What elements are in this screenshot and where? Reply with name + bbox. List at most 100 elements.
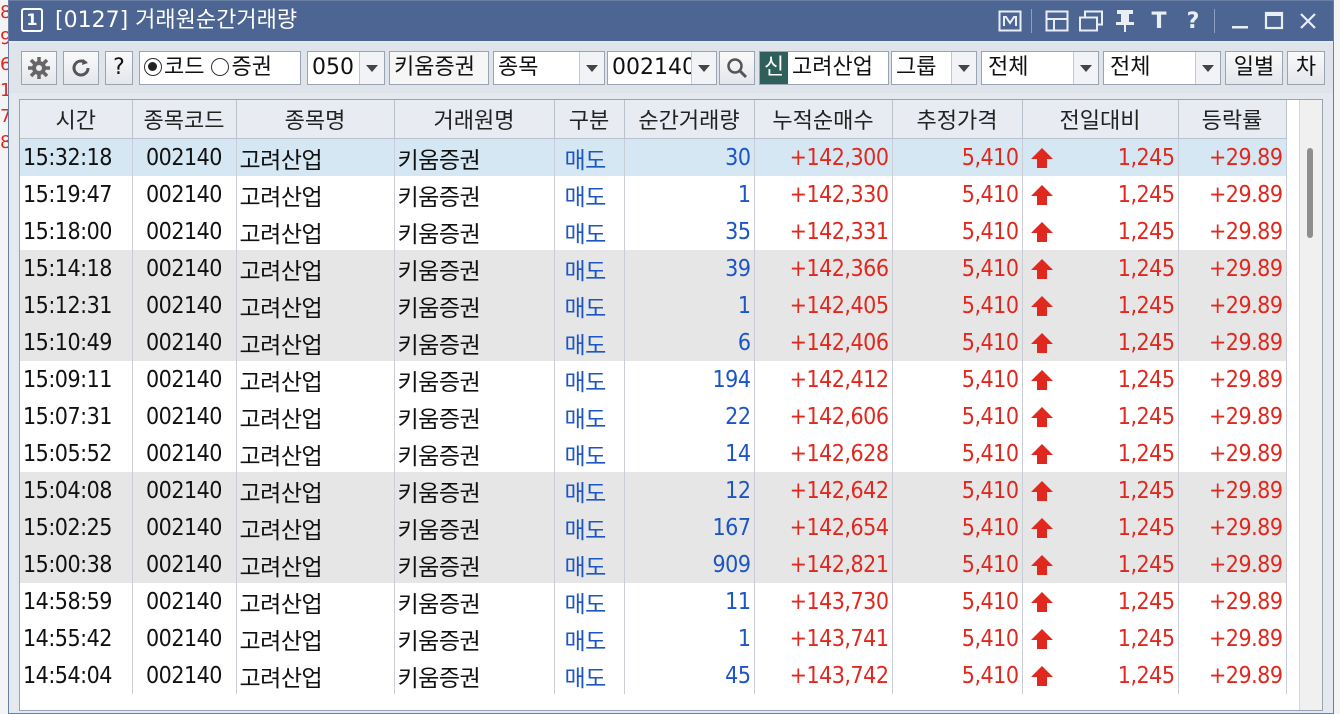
cell-rate: +29.89 — [1178, 250, 1287, 287]
header-row: 시간 종목코드 종목명 거래원명 구분 순간거래량 누적순매수 추정가격 전일대… — [20, 100, 1287, 139]
table-row[interactable]: 15:07:31 002140 고려산업 키움증권 매도 22 +142,606 5,410 1… — [20, 398, 1287, 435]
col-header-side[interactable]: 구분 — [554, 100, 625, 139]
cell-cumulative-net: +143,730 — [754, 583, 893, 620]
cell-side: 매도 — [554, 435, 625, 472]
cell-broker: 키움증권 — [394, 583, 555, 620]
dropdown-arrow-icon[interactable] — [691, 52, 716, 84]
minimize-icon[interactable] — [1225, 6, 1255, 36]
table-row[interactable]: 15:05:52 002140 고려산업 키움증권 매도 14 +142,628 5,410 1… — [20, 435, 1287, 472]
font-icon[interactable]: T — [1144, 6, 1174, 36]
daily-button[interactable]: 일별 — [1225, 51, 1283, 85]
cell-broker: 키움증권 — [394, 509, 555, 546]
vertical-scrollbar[interactable] — [1299, 100, 1322, 710]
group-select[interactable]: 그룹 — [891, 51, 977, 85]
cell-est-price: 5,410 — [892, 213, 1023, 250]
cell-code: 002140 — [132, 138, 237, 176]
stock-name-field: 신 고려산업 — [759, 51, 889, 85]
cell-code: 002140 — [132, 250, 237, 287]
m-box-icon[interactable] — [995, 6, 1025, 36]
cell-change: 1,245 — [1022, 250, 1179, 287]
scrollbar-thumb[interactable] — [1307, 148, 1313, 238]
title-bar[interactable]: 1 [0127] 거래원순간거래량 T ? — [9, 1, 1333, 41]
col-header-name[interactable]: 종목명 — [236, 100, 395, 139]
col-header-est-price[interactable]: 추정가격 — [892, 100, 1023, 139]
cell-change-value: 1,245 — [1117, 625, 1175, 652]
radio-code[interactable]: 코드 — [144, 55, 204, 80]
col-header-time[interactable]: 시간 — [20, 100, 133, 139]
cell-change-value: 1,245 — [1117, 440, 1175, 467]
close-icon[interactable] — [1293, 6, 1323, 36]
radio-broker[interactable]: 증권 — [211, 55, 272, 80]
refresh-button[interactable] — [63, 51, 99, 85]
cell-side: 매도 — [554, 250, 625, 287]
cell-side: 매도 — [554, 324, 625, 361]
col-header-cumulative-net[interactable]: 누적순매수 — [754, 100, 893, 139]
cell-rate: +29.89 — [1178, 472, 1287, 509]
cell-stock-name: 고려산업 — [236, 657, 395, 694]
search-button[interactable] — [719, 51, 755, 85]
dropdown-arrow-icon[interactable] — [359, 52, 384, 84]
table-row[interactable]: 15:09:11 002140 고려산업 키움증권 매도 194 +142,412 5,410… — [20, 361, 1287, 398]
cell-time: 15:14:18 — [20, 250, 133, 287]
filter-select-2[interactable]: 전체 — [1103, 51, 1221, 85]
cell-instant-volume: 6 — [624, 324, 755, 361]
cell-instant-volume: 39 — [624, 250, 755, 287]
table-row[interactable]: 14:55:42 002140 고려산업 키움증권 매도 1 +143,741 5,410 1,… — [20, 620, 1287, 657]
col-header-change[interactable]: 전일대비 — [1022, 100, 1179, 139]
dropdown-arrow-icon[interactable] — [1195, 52, 1220, 84]
help-icon[interactable]: ? — [1178, 6, 1208, 36]
table-row[interactable]: 15:10:49 002140 고려산업 키움증권 매도 6 +142,406 5,410 1,… — [20, 324, 1287, 361]
window-title: [0127] 거래원순간거래량 — [55, 8, 298, 33]
cell-code: 002140 — [132, 398, 237, 435]
pin-icon[interactable] — [1110, 6, 1140, 36]
cell-broker: 키움증권 — [394, 361, 555, 398]
refresh-icon — [72, 59, 90, 77]
code-broker-radio-group: 코드 증권 — [139, 51, 301, 85]
chart-button[interactable]: 차 — [1287, 51, 1325, 85]
col-header-rate[interactable]: 등락률 — [1178, 100, 1287, 139]
settings-button[interactable] — [21, 51, 57, 85]
table-row[interactable]: 15:32:18 002140 고려산업 키움증권 매도 30 +142,300 5,410 1… — [20, 138, 1287, 176]
dropdown-arrow-icon[interactable] — [951, 52, 976, 84]
table-row[interactable]: 15:04:08 002140 고려산업 키움증권 매도 12 +142,642 5,410 1… — [20, 472, 1287, 509]
table-row[interactable]: 15:02:25 002140 고려산업 키움증권 매도 167 +142,654 5,410… — [20, 509, 1287, 546]
table-row[interactable]: 14:58:59 002140 고려산업 키움증권 매도 11 +143,730 5,410 1… — [20, 583, 1287, 620]
cell-broker: 키움증권 — [394, 435, 555, 472]
table-row[interactable]: 15:00:38 002140 고려산업 키움증권 매도 909 +142,821 5,410… — [20, 546, 1287, 583]
cell-cumulative-net: +142,331 — [754, 213, 893, 250]
cell-time: 15:07:31 — [20, 398, 133, 435]
cell-stock-name: 고려산업 — [236, 546, 395, 583]
cell-broker: 키움증권 — [394, 213, 555, 250]
filter-select-1[interactable]: 전체 — [981, 51, 1099, 85]
col-header-instant-volume[interactable]: 순간거래량 — [624, 100, 755, 139]
cell-instant-volume: 22 — [624, 398, 755, 435]
cell-side: 매도 — [554, 287, 625, 324]
table-row[interactable]: 14:54:04 002140 고려산업 키움증권 매도 45 +143,742 5,410 1… — [20, 657, 1287, 694]
cell-side: 매도 — [554, 583, 625, 620]
copy-window-icon[interactable] — [1076, 6, 1106, 36]
cell-change: 1,245 — [1022, 509, 1179, 546]
cell-instant-volume: 30 — [624, 138, 755, 176]
cell-stock-name: 고려산업 — [236, 509, 395, 546]
type-select[interactable]: 종목 — [493, 51, 605, 85]
help-button[interactable]: ? — [105, 51, 133, 85]
stock-code-input[interactable]: 002140 — [607, 51, 717, 85]
broker-code-select[interactable]: 050 — [307, 51, 385, 85]
table-row[interactable]: 15:12:31 002140 고려산업 키움증권 매도 1 +142,405 5,410 1,… — [20, 287, 1287, 324]
cell-time: 14:54:04 — [20, 657, 133, 694]
col-header-broker[interactable]: 거래원명 — [394, 100, 555, 139]
cell-rate: +29.89 — [1178, 583, 1287, 620]
maximize-icon[interactable] — [1259, 6, 1289, 36]
cell-rate: +29.89 — [1178, 176, 1287, 213]
layout-icon[interactable] — [1042, 6, 1072, 36]
col-header-code[interactable]: 종목코드 — [132, 100, 237, 139]
cell-time: 15:09:11 — [20, 361, 133, 398]
cell-broker: 키움증권 — [394, 657, 555, 694]
cell-time: 15:18:00 — [20, 213, 133, 250]
table-row[interactable]: 15:19:47 002140 고려산업 키움증권 매도 1 +142,330 5,410 1,… — [20, 176, 1287, 213]
dropdown-arrow-icon[interactable] — [1073, 52, 1098, 84]
cell-stock-name: 고려산업 — [236, 398, 395, 435]
table-row[interactable]: 15:18:00 002140 고려산업 키움증권 매도 35 +142,331 5,410 1… — [20, 213, 1287, 250]
dropdown-arrow-icon[interactable] — [579, 52, 604, 84]
table-row[interactable]: 15:14:18 002140 고려산업 키움증권 매도 39 +142,366 5,410 1… — [20, 250, 1287, 287]
